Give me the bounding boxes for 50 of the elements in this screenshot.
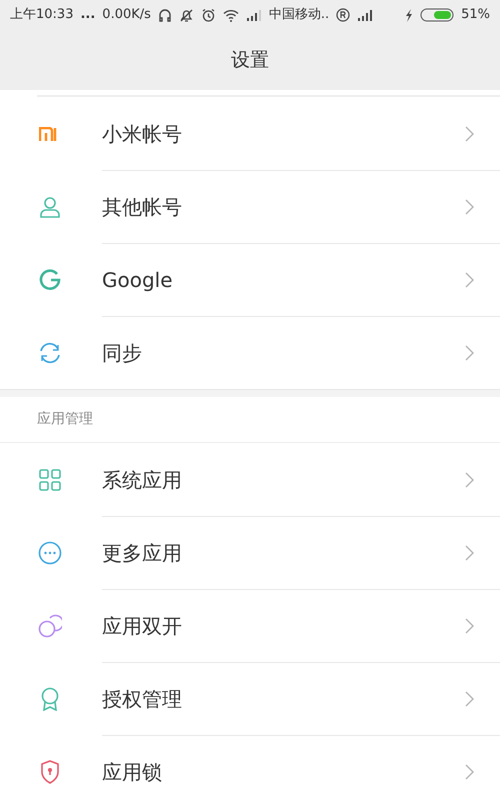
status-time: 上午10:33 (10, 6, 74, 24)
chevron-icon (465, 691, 474, 707)
grid-icon (39, 468, 61, 490)
battery-percent: 51% (461, 6, 490, 24)
settings-row[interactable]: 系统应用 (0, 443, 500, 516)
row-label: 应用锁 (102, 759, 163, 786)
signal-icon (357, 9, 374, 21)
signal-icon (246, 9, 262, 21)
wifi-icon (222, 8, 239, 22)
page-title: 设置 (231, 48, 269, 73)
notification-more: ... (80, 6, 96, 24)
ribbon-badge-icon (40, 686, 60, 710)
settings-row[interactable]: 应用双开 (0, 589, 500, 662)
shield-lock-icon (40, 760, 60, 784)
alarm-icon (200, 8, 216, 22)
chevron-icon (465, 545, 474, 561)
letter-g-icon (39, 268, 61, 290)
battery-icon (420, 8, 454, 22)
settings-row[interactable]: 其他帐号 (0, 170, 500, 243)
settings-row[interactable]: 更多应用 (0, 516, 500, 589)
chevron-icon (465, 126, 474, 142)
row-label: 更多应用 (102, 540, 183, 567)
chevron-icon (465, 472, 474, 488)
chevron-icon (465, 199, 474, 215)
row-label: 小米帐号 (102, 120, 183, 148)
settings-row[interactable]: Google (0, 243, 500, 316)
two-circles-icon (38, 614, 62, 638)
carrier-name: 中国移动.. (268, 6, 330, 24)
settings-row[interactable]: 授权管理 (0, 662, 500, 735)
more-icon (38, 540, 62, 564)
chevron-icon (465, 272, 474, 288)
muted-bell-icon (178, 8, 194, 22)
charging-icon (405, 8, 414, 22)
row-label: 应用双开 (102, 613, 183, 640)
network-speed: 0.00K/s (102, 6, 151, 24)
headphones-icon (158, 8, 172, 22)
person-icon (39, 196, 61, 218)
sync-icon (38, 340, 62, 364)
row-label: 授权管理 (102, 686, 183, 713)
settings-row[interactable]: 应用锁 (0, 735, 500, 790)
registered-icon (336, 8, 350, 22)
row-label: Google (102, 267, 174, 294)
row-label: 其他帐号 (102, 194, 183, 221)
row-label: 同步 (102, 340, 143, 367)
chevron-icon (465, 345, 474, 361)
chevron-icon (465, 764, 474, 780)
chevron-icon (465, 618, 474, 634)
row-label: 系统应用 (102, 466, 183, 494)
settings-row[interactable]: 小米帐号 (0, 97, 500, 170)
section-header: 应用管理 (37, 410, 93, 429)
